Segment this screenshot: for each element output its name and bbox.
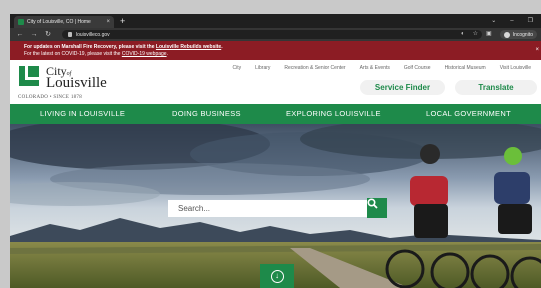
hero-banner: Search... ↓ bbox=[10, 124, 541, 288]
alert-close-icon[interactable]: × bbox=[535, 47, 539, 53]
window-controls: ⌄ – ❐ bbox=[491, 16, 533, 26]
city-logo[interactable]: Cityof Louisville COLORADO • SINCE 1878 bbox=[18, 65, 118, 102]
forward-icon[interactable]: → bbox=[30, 28, 38, 41]
screen: City of Louisville, CO | Home × + ⌄ – ❐ … bbox=[0, 0, 541, 288]
nav-business[interactable]: DOING BUSINESS bbox=[172, 104, 241, 124]
nav-government[interactable]: LOCAL GOVERNMENT bbox=[426, 104, 511, 124]
alert-line-2: For the latest on COVID-19, please visit… bbox=[24, 51, 541, 58]
service-finder-button[interactable]: Service Finder bbox=[360, 80, 445, 95]
sidepanel-icon[interactable]: ▣ bbox=[486, 30, 492, 39]
translate-button[interactable]: Translate bbox=[455, 80, 537, 95]
nav-living[interactable]: LIVING IN LOUISVILLE bbox=[40, 104, 125, 124]
favicon-icon bbox=[18, 19, 24, 25]
logo-tagline: COLORADO • SINCE 1878 bbox=[18, 95, 83, 100]
tab-close-icon[interactable]: × bbox=[106, 19, 110, 25]
top-link-recreation[interactable]: Recreation & Senior Center bbox=[284, 65, 345, 71]
top-link-museum[interactable]: Historical Museum bbox=[445, 65, 486, 71]
browser-tab[interactable]: City of Louisville, CO | Home × bbox=[14, 16, 114, 28]
incognito-icon bbox=[503, 31, 510, 38]
address-bar[interactable]: louisvilleco.gov bbox=[62, 30, 482, 39]
maximize-icon[interactable]: ❐ bbox=[528, 16, 533, 26]
covid-link[interactable]: COVID-19 webpage bbox=[122, 51, 167, 57]
tab-title: City of Louisville, CO | Home bbox=[27, 19, 91, 25]
new-tab-button[interactable]: + bbox=[120, 16, 125, 26]
lock-icon bbox=[68, 32, 72, 37]
alert-suffix-2: . bbox=[166, 51, 168, 57]
url-text: louisvilleco.gov bbox=[76, 31, 110, 38]
browser-tabbar: City of Louisville, CO | Home × + ⌄ – ❐ bbox=[10, 14, 541, 28]
top-link-library[interactable]: Library bbox=[255, 65, 270, 71]
search-placeholder: Search... bbox=[178, 204, 211, 213]
tab-search-icon[interactable]: ⌄ bbox=[491, 16, 496, 26]
alert-text-2: For the latest on COVID-19, please visit… bbox=[24, 51, 122, 57]
search-input[interactable]: Search... bbox=[168, 200, 368, 217]
back-icon[interactable]: ← bbox=[16, 28, 24, 41]
eye-off-icon[interactable]: ◐ bbox=[461, 30, 465, 39]
top-link-golf[interactable]: Golf Course bbox=[404, 65, 431, 71]
alert-suffix-1: . bbox=[221, 44, 223, 50]
browser-toolbar: ← → ↻ louisvilleco.gov ◐ ☆ ▣ Incognito bbox=[10, 28, 541, 41]
search-icon bbox=[367, 198, 378, 209]
reload-icon[interactable]: ↻ bbox=[44, 28, 52, 41]
search-button[interactable] bbox=[367, 198, 387, 218]
alert-line-1: For updates on Marshall Fire Recovery, p… bbox=[24, 44, 541, 51]
top-link-arts-events[interactable]: Arts & Events bbox=[360, 65, 390, 71]
logo-mark-icon bbox=[18, 66, 40, 88]
louisville-rebuilds-link[interactable]: Louisville Rebuilds website bbox=[156, 44, 221, 50]
alert-text-1: For updates on Marshall Fire Recovery, p… bbox=[24, 44, 156, 50]
top-link-visit[interactable]: Visit Louisville bbox=[500, 65, 531, 71]
minimize-icon[interactable]: – bbox=[510, 16, 513, 26]
logo-name-text: Louisville bbox=[46, 75, 107, 91]
nav-exploring[interactable]: EXPLORING LOUISVILLE bbox=[286, 104, 381, 124]
incognito-indicator[interactable]: Incognito bbox=[499, 30, 537, 39]
incognito-label: Incognito bbox=[512, 31, 533, 38]
top-links: City Library Recreation & Senior Center … bbox=[233, 65, 532, 71]
toolbar-actions: ◐ ☆ ▣ Incognito bbox=[461, 30, 537, 39]
main-nav: LIVING IN LOUISVILLE DOING BUSINESS EXPL… bbox=[10, 104, 541, 124]
star-icon[interactable]: ☆ bbox=[473, 30, 478, 39]
alert-banner: For updates on Marshall Fire Recovery, p… bbox=[10, 41, 541, 60]
site-header: Cityof Louisville COLORADO • SINCE 1878 … bbox=[10, 60, 541, 104]
arrow-down-icon: ↓ bbox=[270, 269, 284, 283]
top-link-city[interactable]: City bbox=[233, 65, 242, 71]
scroll-down-button[interactable]: ↓ bbox=[260, 264, 294, 288]
